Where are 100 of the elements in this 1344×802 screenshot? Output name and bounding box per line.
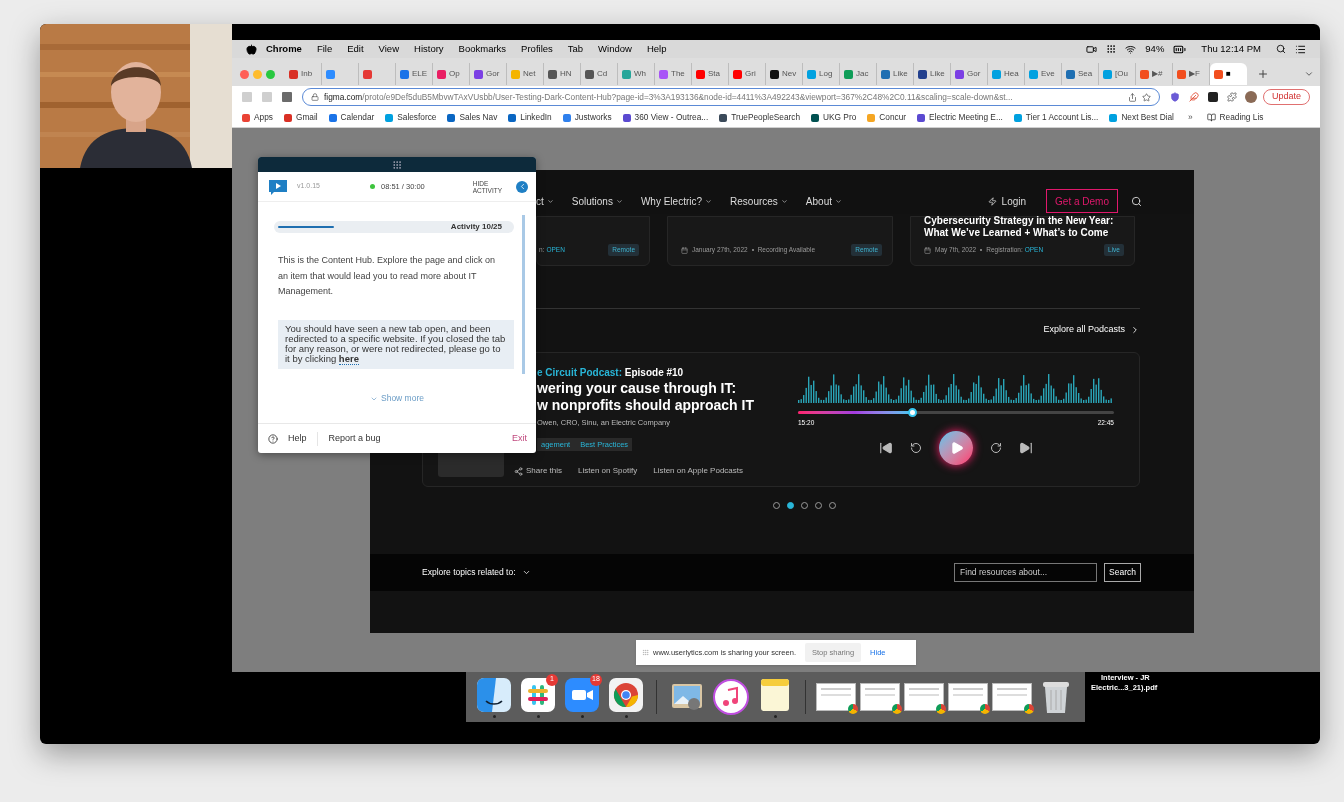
bookmark[interactable]: Justworks (562, 111, 612, 124)
browser-tab[interactable]: Sta (692, 63, 729, 85)
browser-tab[interactable]: The (655, 63, 692, 85)
explore-podcasts-link[interactable]: Explore all Podcasts (1043, 323, 1140, 337)
window-thumbnail[interactable] (992, 683, 1032, 711)
browser-tab[interactable]: [Ou (1099, 63, 1136, 85)
get-demo-button[interactable]: Get a Demo (1046, 189, 1118, 213)
nav-menu-item[interactable]: ct (536, 193, 554, 209)
apple-icon[interactable] (246, 43, 257, 55)
menu-item[interactable]: Help (646, 41, 667, 57)
hash-app-icon[interactable] (520, 676, 556, 713)
menu-item[interactable]: Profiles (521, 41, 553, 57)
browser-tab[interactable]: Nev (766, 63, 803, 85)
nav-menu-item[interactable]: Solutions (571, 193, 623, 209)
browser-tab[interactable]: ▶# (1136, 63, 1173, 85)
progress-thumb[interactable] (907, 407, 917, 417)
nav-menu-item[interactable]: Resources (730, 193, 788, 209)
bookmark-star-icon[interactable] (1142, 92, 1151, 102)
podcast-action-link[interactable]: Listen on Spotify (578, 464, 638, 477)
browser-tab[interactable]: Like (914, 63, 951, 85)
bookmark[interactable]: Sales Nav (447, 111, 498, 124)
new-tab-icon[interactable] (1257, 68, 1269, 80)
previous-icon[interactable] (879, 441, 893, 456)
nav-menu-item[interactable]: About (805, 193, 842, 209)
browser-tab[interactable]: Cd (581, 63, 618, 85)
browser-tab[interactable]: Eve (1025, 63, 1062, 85)
login-link[interactable]: Login (1001, 193, 1027, 209)
bookmark[interactable]: Calendar (328, 111, 375, 124)
browser-tab[interactable]: Gor (470, 63, 507, 85)
topics-dropdown[interactable]: Explore topics related to: (422, 565, 531, 579)
more-bookmarks-button[interactable]: » (1187, 111, 1193, 124)
bookmark[interactable]: TruePeopleSearch (719, 111, 801, 124)
browser-tab[interactable]: Wh (618, 63, 655, 85)
search-icon[interactable] (1131, 195, 1142, 207)
browser-tab[interactable]: ELE (396, 63, 433, 85)
scrollbar[interactable] (522, 215, 525, 375)
browser-tab[interactable]: Log (803, 63, 840, 85)
browser-tab[interactable]: Op (433, 63, 470, 85)
app-menu[interactable]: Chrome (266, 41, 302, 57)
face-app-icon[interactable] (476, 676, 512, 713)
help-link[interactable]: Help (288, 431, 307, 446)
report-bug-link[interactable]: Report a bug (328, 431, 381, 446)
bookmark[interactable]: Salesforce (385, 111, 437, 124)
menu-item[interactable]: History (414, 41, 444, 57)
bookmark[interactable]: Concur (867, 111, 907, 124)
bookmark[interactable]: UKG Pro (811, 111, 857, 124)
next-icon[interactable] (1019, 441, 1033, 456)
avatar[interactable] (1245, 91, 1257, 103)
trash-icon[interactable] (1040, 679, 1072, 715)
bookmark[interactable]: Next Best Dial (1109, 111, 1174, 124)
bookmark[interactable]: Electric Meeting E... (917, 111, 1003, 124)
browser-tab[interactable]: Gri (729, 63, 766, 85)
browser-tab[interactable]: Hea (988, 63, 1025, 85)
play-button[interactable] (939, 431, 973, 466)
tab-search-icon[interactable] (1304, 69, 1314, 79)
podcast-action-link[interactable]: Listen on Apple Podcasts (653, 464, 744, 477)
menu-item[interactable]: Window (598, 41, 632, 57)
menu-item[interactable]: File (316, 41, 333, 57)
help-icon[interactable] (268, 433, 278, 444)
wifi-icon[interactable] (1125, 43, 1137, 55)
puzzle-icon[interactable] (1227, 92, 1237, 102)
close-window-button[interactable] (240, 69, 249, 79)
nav-menu-item[interactable]: Why Electric? (640, 193, 713, 209)
reading-list-button[interactable]: Reading Lis (1206, 111, 1264, 124)
bookmark[interactable]: 360 View - Outrea... (622, 111, 709, 124)
camera-app-icon[interactable] (564, 676, 600, 713)
window-thumbnail[interactable] (860, 683, 900, 711)
browser-app-icon[interactable] (608, 676, 644, 713)
browser-tab[interactable]: Like (877, 63, 914, 85)
window-thumbnail[interactable] (816, 683, 856, 711)
window-thumbnail[interactable] (948, 683, 988, 711)
bookmark[interactable]: Tier 1 Account Lis... (1013, 111, 1099, 124)
search-icon[interactable] (1276, 44, 1286, 54)
share-icon[interactable] (1128, 92, 1137, 102)
bookmark[interactable]: Apps (242, 111, 273, 124)
rewind-icon[interactable] (910, 442, 922, 455)
here-link[interactable]: here (338, 352, 359, 365)
menu-item[interactable]: View (378, 41, 399, 57)
menu-clock[interactable]: Thu 12:14 PM (1201, 41, 1261, 57)
browser-tab[interactable]: ■ (1210, 63, 1247, 85)
forward-icon[interactable] (990, 442, 1002, 455)
browser-tab[interactable]: Net (507, 63, 544, 85)
browser-tab[interactable]: Gor (951, 63, 988, 85)
bookmark[interactable]: Gmail (283, 111, 318, 124)
window-thumbnail[interactable] (904, 683, 944, 711)
share-icon[interactable] (514, 466, 523, 476)
browser-tab[interactable]: Inb (285, 63, 322, 85)
menu-item[interactable]: Bookmarks (458, 41, 507, 57)
camera-icon[interactable] (1086, 43, 1098, 55)
browser-tab[interactable]: Sea (1062, 63, 1099, 85)
resource-search-field[interactable]: Find resources about... (954, 562, 1098, 582)
exit-link[interactable]: Exit (512, 431, 527, 446)
music-note-app-icon[interactable] (713, 679, 749, 715)
collapse-button[interactable] (516, 180, 528, 193)
grip-icon[interactable] (1106, 44, 1117, 54)
list-icon[interactable] (1295, 43, 1306, 55)
podcast-action-link[interactable]: Share this (526, 464, 563, 477)
feather-icon[interactable] (1189, 92, 1199, 102)
menu-item[interactable]: Edit (347, 41, 364, 57)
search-button[interactable]: Search (1104, 562, 1141, 582)
